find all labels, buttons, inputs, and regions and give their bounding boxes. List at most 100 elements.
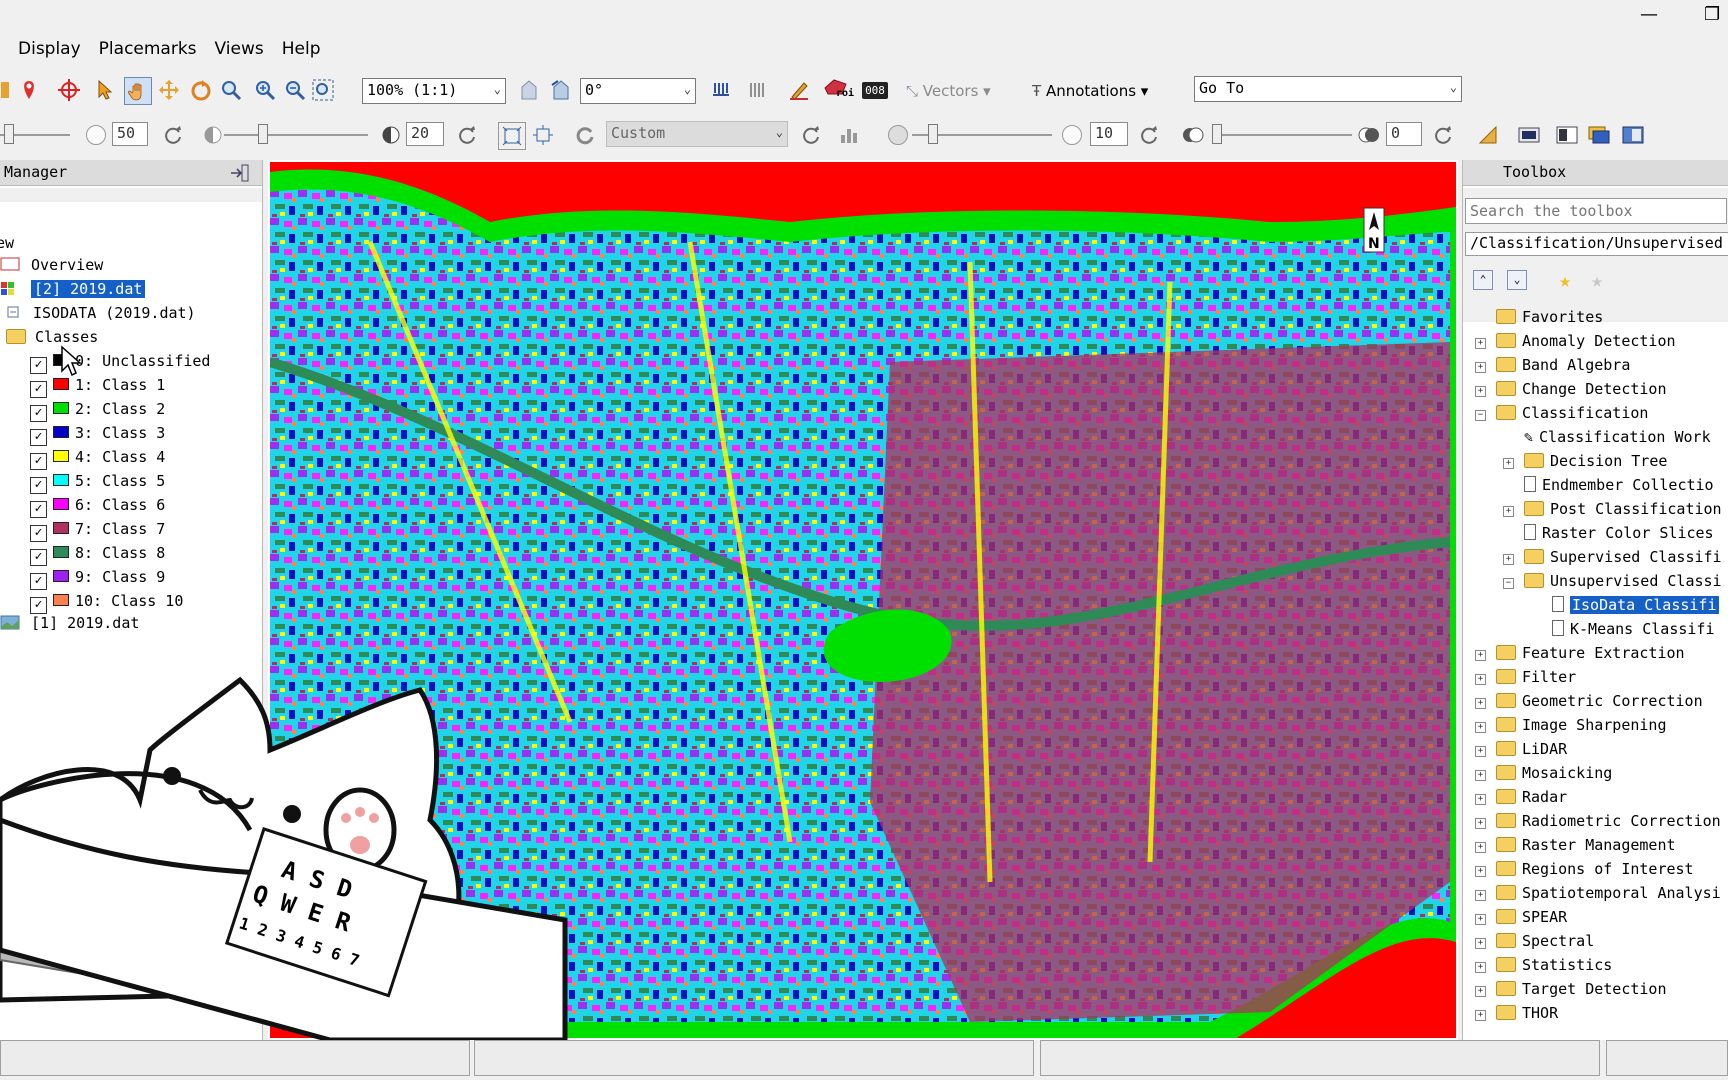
class-item[interactable]: ✓ 3: Class 3 — [30, 422, 165, 446]
minimize-icon[interactable]: — — [1640, 4, 1658, 25]
toolbox-item[interactable]: + Raster Management — [1475, 834, 1676, 856]
restore-icon[interactable]: ❐ — [1704, 4, 1720, 25]
contrast-slider-track[interactable] — [224, 134, 368, 136]
toolbox-item[interactable]: + Filter — [1475, 666, 1576, 688]
pan-hand-icon[interactable] — [124, 77, 152, 105]
toolbox-item[interactable]: + THOR — [1475, 1002, 1558, 1024]
portal-pen-icon[interactable] — [786, 77, 812, 103]
class-visibility-checkbox[interactable]: ✓ — [30, 405, 47, 422]
transparency-slider-track[interactable] — [1212, 134, 1352, 136]
stretch-full-icon[interactable] — [498, 122, 526, 150]
reset-sharpen-icon[interactable] — [1136, 122, 1162, 148]
counter-icon[interactable]: 008 — [862, 77, 888, 103]
tree-expander-icon[interactable]: + — [1475, 986, 1486, 997]
reset-contrast-icon[interactable] — [454, 122, 480, 148]
toolbox-item[interactable]: + Target Detection — [1475, 978, 1667, 1000]
class-visibility-checkbox[interactable]: ✓ — [30, 525, 47, 542]
class-visibility-checkbox[interactable]: ✓ — [30, 357, 47, 374]
sharpen-value[interactable]: 10 — [1090, 122, 1128, 146]
class-color-swatch[interactable] — [53, 450, 69, 462]
rotation-select[interactable]: 0° ⌄ — [580, 78, 696, 104]
transparency-slider-handle[interactable] — [1212, 124, 1222, 144]
class-color-swatch[interactable] — [53, 498, 69, 510]
stretch-reset-icon[interactable] — [572, 122, 598, 148]
collapse-all-icon[interactable]: ⌃ — [1473, 270, 1493, 290]
transparency-value[interactable]: 0 — [1386, 122, 1422, 146]
toolbox-item[interactable]: Favorites — [1475, 306, 1603, 328]
tree-expander-icon[interactable]: + — [1503, 554, 1514, 565]
rotate-north-icon[interactable] — [516, 77, 542, 103]
tree-expander-icon[interactable]: + — [1475, 386, 1486, 397]
zoom-level-select[interactable]: 100% (1:1) ⌄ — [362, 78, 506, 104]
reset-brightness-icon[interactable] — [160, 122, 186, 148]
toolbox-item[interactable]: + Mosaicking — [1475, 762, 1612, 784]
tree-expander-icon[interactable]: + — [1475, 338, 1486, 349]
toolbox-item[interactable]: + Change Detection — [1475, 378, 1667, 400]
vectors-menu[interactable]: ⤡ Vectors ▾ — [906, 78, 991, 104]
class-color-swatch[interactable] — [53, 570, 69, 582]
classes-node[interactable]: Classes — [6, 326, 98, 348]
tree-expander-icon[interactable]: + — [1475, 938, 1486, 949]
tree-expander-icon[interactable]: + — [1475, 962, 1486, 973]
class-item[interactable]: ✓ 9: Class 9 — [30, 566, 165, 590]
toolbox-item[interactable]: + Decision Tree — [1503, 450, 1667, 472]
toolbox-item[interactable]: Endmember Collectio — [1503, 474, 1714, 496]
toolbox-item[interactable]: − Classification — [1475, 402, 1648, 424]
class-color-swatch[interactable] — [53, 378, 69, 390]
chip-export-icon[interactable] — [1516, 122, 1542, 148]
tree-expander-icon[interactable]: + — [1475, 650, 1486, 661]
toolbox-item[interactable]: + Band Algebra — [1475, 354, 1630, 376]
class-color-swatch[interactable] — [53, 522, 69, 534]
toolbox-item[interactable]: K-Means Classifi — [1531, 618, 1715, 640]
tree-expander-icon[interactable]: + — [1475, 1010, 1486, 1021]
placemark-icon[interactable] — [16, 77, 42, 103]
class-item[interactable]: ✓ 8: Class 8 — [30, 542, 165, 566]
crosshair-icon[interactable] — [56, 77, 82, 103]
refresh-stretch-icon[interactable] — [798, 122, 824, 148]
contrast-value[interactable]: 20 — [406, 122, 444, 146]
histogram-icon[interactable] — [836, 122, 862, 148]
zoom-box-icon[interactable] — [218, 77, 244, 103]
tree-expander-icon[interactable]: − — [1475, 410, 1486, 421]
rotate-view-icon[interactable] — [548, 77, 574, 103]
tree-expander-icon[interactable]: + — [1475, 362, 1486, 373]
class-visibility-checkbox[interactable]: ✓ — [30, 549, 47, 566]
toolbox-path-field[interactable]: /Classification/Unsupervised C — [1465, 232, 1728, 256]
toolbox-search-input[interactable] — [1465, 198, 1727, 224]
select-arrow-icon[interactable] — [92, 77, 118, 103]
tree-expander-icon[interactable]: + — [1475, 674, 1486, 685]
brightness-slider-handle[interactable] — [4, 124, 14, 144]
class-item[interactable]: ✓ 6: Class 6 — [30, 494, 165, 518]
class-color-swatch[interactable] — [53, 546, 69, 558]
goto-select[interactable]: Go To ⌄ — [1194, 76, 1462, 102]
annotations-menu[interactable]: Ŧ Annotations ▾ — [1032, 78, 1148, 104]
class-item[interactable]: ✓ 7: Class 7 — [30, 518, 165, 542]
base-layer-node[interactable]: [1] 2019.dat — [0, 612, 139, 634]
isodata-node[interactable]: ISODATA (2019.dat) — [6, 302, 196, 324]
toolbox-item[interactable]: + SPEAR — [1475, 906, 1567, 928]
class-visibility-checkbox[interactable]: ✓ — [30, 477, 47, 494]
toolbox-item[interactable]: + LiDAR — [1475, 738, 1567, 760]
class-item[interactable]: ✓ 4: Class 4 — [30, 446, 165, 470]
tree-expander-icon[interactable]: + — [1503, 458, 1514, 469]
zoom-out-icon[interactable] — [282, 77, 308, 103]
toolbox-item[interactable]: − Unsupervised Classi — [1503, 570, 1722, 592]
class-visibility-checkbox[interactable]: ✓ — [30, 573, 47, 590]
class-item[interactable]: ✓ 5: Class 5 — [30, 470, 165, 494]
toolbox-item[interactable]: Raster Color Slices — [1503, 522, 1714, 544]
toolbox-item[interactable]: + Anomaly Detection — [1475, 330, 1676, 352]
tree-expander-icon[interactable]: + — [1475, 890, 1486, 901]
swipe-icon[interactable] — [708, 77, 734, 103]
class-visibility-checkbox[interactable]: ✓ — [30, 429, 47, 446]
contrast-slider-handle[interactable] — [258, 124, 268, 144]
toolbox-item[interactable]: + Statistics — [1475, 954, 1612, 976]
expand-all-icon[interactable]: ⌄ — [1507, 270, 1527, 290]
class-item[interactable]: ✓ 0: Unclassified — [30, 350, 210, 374]
class-visibility-checkbox[interactable]: ✓ — [30, 381, 47, 398]
toolbox-item[interactable]: + Geometric Correction — [1475, 690, 1703, 712]
toolbox-item[interactable]: + Spectral — [1475, 930, 1594, 952]
menu-display[interactable]: Display — [18, 39, 81, 59]
tree-expander-icon[interactable]: + — [1475, 866, 1486, 877]
remove-favorite-star-icon[interactable]: ★ — [1591, 268, 1603, 292]
toolbox-item[interactable]: + Feature Extraction — [1475, 642, 1685, 664]
